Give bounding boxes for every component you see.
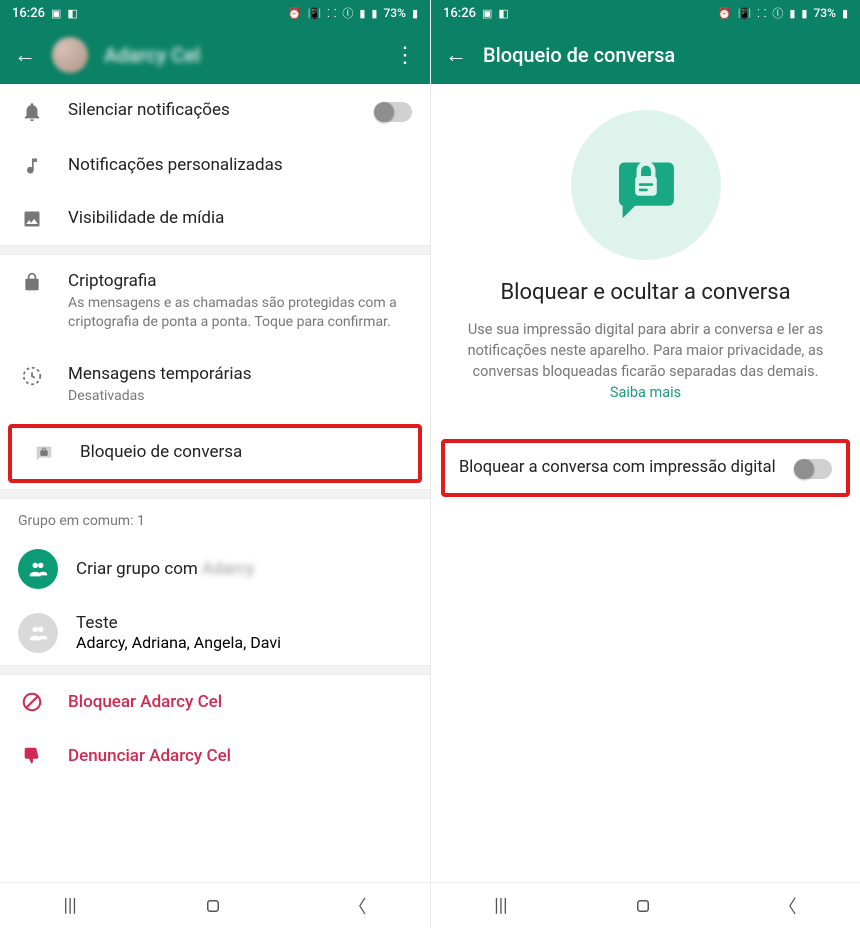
screen-chat-lock: 16:26 ▣ ◧ ⏰ 📳 ⸬ ⓛ ▮ ▮ 73% ▮ ← Bloqueio d…	[430, 0, 860, 928]
row-custom-notifications[interactable]: Notificações personalizadas	[0, 139, 430, 192]
contact-info-content: Silenciar notificações Notificações pers…	[0, 84, 430, 882]
wifi-icon: ⸬	[757, 6, 766, 21]
groups-header: Grupo em comum: 1	[0, 499, 430, 537]
battery-icon: ▮	[412, 7, 418, 20]
kebab-menu-icon[interactable]: ⋮	[394, 43, 416, 68]
signal-icon: ▮	[359, 7, 365, 20]
vibrate-icon: 📳	[308, 7, 322, 20]
lte-icon: ⓛ	[342, 5, 353, 21]
fingerprint-lock-label: Bloquear a conversa com impressão digita…	[459, 457, 782, 478]
chat-lock-label: Bloqueio de conversa	[80, 442, 400, 462]
image-icon	[18, 209, 46, 229]
android-nav-bar: ||| 〈	[0, 882, 430, 928]
hero-desc-text: Use sua impressão digital para abrir a c…	[468, 321, 824, 380]
divider	[0, 489, 430, 499]
alarm-icon: ⏰	[288, 7, 302, 20]
hero-illustration	[571, 110, 721, 260]
row-block-contact[interactable]: Bloquear Adarcy Cel	[0, 675, 430, 729]
create-group-icon	[18, 549, 58, 589]
row-fingerprint-lock[interactable]: Bloquear a conversa com impressão digita…	[441, 439, 850, 497]
status-photo-icon: ▣	[482, 7, 492, 20]
nav-back[interactable]: 〈	[779, 893, 797, 919]
back-arrow-icon[interactable]: ←	[445, 42, 467, 68]
contact-avatar[interactable]	[52, 37, 88, 73]
alarm-icon: ⏰	[718, 7, 732, 20]
wifi-icon: ⸬	[327, 6, 336, 21]
chat-lock-content: Bloquear e ocultar a conversa Use sua im…	[431, 84, 860, 882]
music-note-icon	[18, 156, 46, 176]
signal2-icon: ▮	[801, 7, 807, 20]
nav-recents[interactable]: |||	[494, 895, 507, 916]
status-time: 16:26	[12, 6, 45, 21]
status-photo-icon: ▣	[51, 7, 61, 20]
hero: Bloquear e ocultar a conversa Use sua im…	[431, 84, 860, 411]
row-encryption[interactable]: Criptografia As mensagens e as chamadas …	[0, 255, 430, 348]
media-vis-label: Visibilidade de mídia	[68, 208, 412, 228]
crypto-sub: As mensagens e as chamadas são protegida…	[68, 294, 412, 332]
row-media-visibility[interactable]: Visibilidade de mídia	[0, 192, 430, 245]
row-create-group[interactable]: Criar grupo com Adarcy	[0, 537, 430, 601]
hero-description: Use sua impressão digital para abrir a c…	[457, 319, 834, 403]
divider	[0, 665, 430, 675]
mute-label: Silenciar notificações	[68, 100, 352, 120]
create-group-prefix: Criar grupo com	[76, 559, 202, 579]
lock-icon	[18, 272, 46, 292]
lte-icon: ⓛ	[772, 5, 783, 21]
temp-sub: Desativadas	[68, 387, 412, 406]
group-teste-sub: Adarcy, Adriana, Angela, Davi	[76, 633, 412, 652]
custom-notif-label: Notificações personalizadas	[68, 155, 412, 175]
create-group-name-blur: Adarcy	[202, 559, 254, 579]
crypto-label: Criptografia	[68, 271, 412, 291]
status-card-icon: ◧	[498, 7, 508, 20]
chat-lock-icon	[30, 443, 58, 465]
battery-icon: ▮	[842, 7, 848, 20]
row-group-teste[interactable]: Teste Adarcy, Adriana, Angela, Davi	[0, 601, 430, 665]
learn-more-link[interactable]: Saiba mais	[610, 384, 681, 401]
nav-home[interactable]	[204, 897, 222, 915]
timer-icon	[18, 365, 46, 387]
nav-home[interactable]	[634, 897, 652, 915]
block-icon	[18, 691, 46, 713]
android-nav-bar: ||| 〈	[431, 882, 860, 928]
signal2-icon: ▮	[371, 7, 377, 20]
hero-title: Bloquear e ocultar a conversa	[500, 280, 790, 305]
group-teste-label: Teste	[76, 613, 412, 633]
row-report-contact[interactable]: Denunciar Adarcy Cel	[0, 729, 430, 773]
bell-icon	[18, 101, 46, 123]
header-bar: ← Bloqueio de conversa	[431, 26, 860, 84]
status-time: 16:26	[443, 6, 476, 21]
status-bar: 16:26 ▣ ◧ ⏰ 📳 ⸬ ⓛ ▮ ▮ 73% ▮	[0, 0, 430, 26]
temp-label: Mensagens temporárias	[68, 364, 412, 384]
signal-icon: ▮	[789, 7, 795, 20]
block-label: Bloquear Adarcy Cel	[68, 692, 222, 712]
header-title: Bloqueio de conversa	[483, 43, 846, 67]
contact-name[interactable]: Adarcy Cel	[104, 43, 378, 67]
status-card-icon: ◧	[67, 7, 77, 20]
fingerprint-toggle[interactable]	[794, 459, 832, 479]
nav-recents[interactable]: |||	[63, 895, 76, 916]
nav-back[interactable]: 〈	[349, 893, 367, 919]
battery-pct: 73%	[383, 6, 405, 20]
header-bar: ← Adarcy Cel ⋮	[0, 26, 430, 84]
divider	[0, 245, 430, 255]
row-temp-messages[interactable]: Mensagens temporárias Desativadas	[0, 348, 430, 422]
create-group-label: Criar grupo com Adarcy	[76, 559, 412, 579]
screen-contact-info: 16:26 ▣ ◧ ⏰ 📳 ⸬ ⓛ ▮ ▮ 73% ▮ ← Adarcy Cel…	[0, 0, 430, 928]
row-chat-lock[interactable]: Bloqueio de conversa	[8, 424, 422, 483]
mute-toggle[interactable]	[374, 102, 412, 122]
back-arrow-icon[interactable]: ←	[14, 42, 36, 68]
thumbs-down-icon	[18, 745, 46, 767]
vibrate-icon: 📳	[738, 7, 752, 20]
status-bar: 16:26 ▣ ◧ ⏰ 📳 ⸬ ⓛ ▮ ▮ 73% ▮	[431, 0, 860, 26]
group-avatar	[18, 613, 58, 653]
row-mute-notifications[interactable]: Silenciar notificações	[0, 84, 430, 139]
report-label: Denunciar Adarcy Cel	[68, 746, 231, 766]
battery-pct: 73%	[813, 6, 835, 20]
